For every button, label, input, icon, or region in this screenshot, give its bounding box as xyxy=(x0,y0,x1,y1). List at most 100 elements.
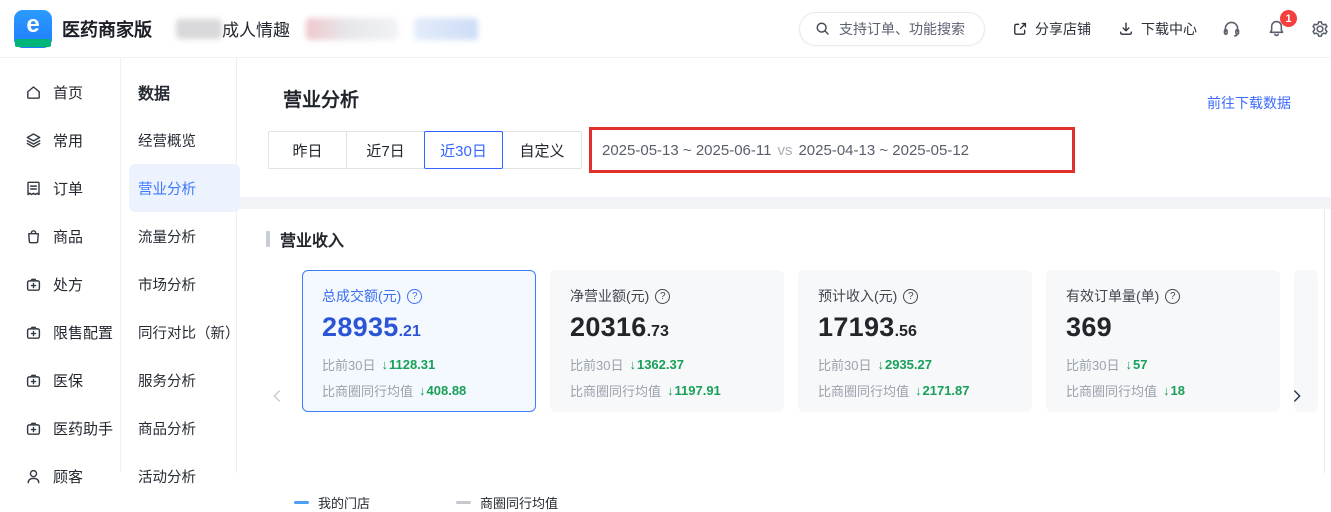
submenu-item-market-analysis[interactable]: 市场分析 xyxy=(129,260,240,308)
metric-value-int: 20316 xyxy=(570,312,647,343)
tab-last-30-days[interactable]: 近30日 xyxy=(425,132,503,168)
settings-gear-button[interactable] xyxy=(1309,18,1331,40)
metric-value-int: 369 xyxy=(1066,312,1112,343)
sidebar: 首页 常用 订单 xyxy=(0,58,237,473)
help-icon[interactable]: ? xyxy=(1165,289,1180,304)
panel-divider xyxy=(238,197,1331,209)
date-range-current: 2025-05-13 ~ 2025-06-11 xyxy=(602,142,771,159)
chart-legend: 我的门店 商圈同行均值 xyxy=(294,493,558,512)
search-icon xyxy=(814,20,831,37)
sidebar-item-medical-insurance[interactable]: 医保 xyxy=(0,356,120,404)
sidebar-item-orders[interactable]: 订单 xyxy=(0,164,120,212)
support-headset-button[interactable] xyxy=(1221,18,1242,39)
medical-kit-icon xyxy=(24,419,43,438)
sidebar-item-pharmacy-assistant[interactable]: 医药助手 xyxy=(0,404,120,452)
tab-yesterday[interactable]: 昨日 xyxy=(269,132,347,168)
scroll-right-button[interactable] xyxy=(1288,387,1306,405)
help-icon[interactable]: ? xyxy=(903,289,918,304)
submenu-item-activity-analysis[interactable]: 活动分析 xyxy=(129,452,240,500)
compare-peer-value: 18 xyxy=(1171,383,1185,398)
help-icon[interactable]: ? xyxy=(407,289,422,304)
metric-card-title: 总成交额(元) ? xyxy=(322,286,516,306)
metric-card-title: 预计收入(元) ? xyxy=(818,286,1012,306)
compare-peer-label: 比商圈同行均值 xyxy=(1066,381,1157,400)
redacted-badge-2 xyxy=(414,18,478,40)
section-header: 营业收入 xyxy=(266,227,344,251)
legend-item-my-store[interactable]: 我的门店 xyxy=(294,493,370,512)
help-icon[interactable]: ? xyxy=(655,289,670,304)
primary-nav: 首页 常用 订单 xyxy=(0,58,120,473)
date-range-tabs: 昨日 近7日 近30日 自定义 xyxy=(268,131,582,169)
page-header-panel: 营业分析 前往下载数据 昨日 近7日 近30日 自定义 xyxy=(238,58,1331,197)
page-title: 营业分析 xyxy=(283,85,359,112)
legend-item-peer-average[interactable]: 商圈同行均值 xyxy=(456,493,558,512)
share-icon xyxy=(1011,20,1029,38)
tab-custom[interactable]: 自定义 xyxy=(503,132,581,168)
search-placeholder: 支持订单、功能搜索 xyxy=(839,19,965,39)
go-to-download-data-link[interactable]: 前往下载数据 xyxy=(1207,93,1291,113)
metric-title-text: 有效订单量(单) xyxy=(1066,286,1159,306)
submenu-item-business-overview[interactable]: 经营概览 xyxy=(129,116,240,164)
sidebar-item-frequent[interactable]: 常用 xyxy=(0,116,120,164)
compare-prev-value: 1362.37 xyxy=(637,357,684,372)
sidebar-item-customers[interactable]: 顾客 xyxy=(0,452,120,500)
share-store-button[interactable]: 分享店铺 xyxy=(1011,19,1091,39)
down-arrow-icon: ↓ xyxy=(629,357,636,372)
sidebar-item-label: 医保 xyxy=(53,370,83,391)
down-arrow-icon: ↓ xyxy=(915,383,922,398)
metric-card-valid-orders[interactable]: 有效订单量(单) ? 369 比前30日 ↓ 57 比商圈同行均值 ↓ 18 xyxy=(1046,270,1280,412)
global-search-input[interactable]: 支持订单、功能搜索 xyxy=(799,12,985,46)
metric-value-int: 28935 xyxy=(322,312,399,343)
metric-card-net-revenue[interactable]: 净营业额(元) ? 20316.73 比前30日 ↓ 1362.37 比商圈同行… xyxy=(550,270,784,412)
redacted-store-prefix xyxy=(176,19,222,39)
down-arrow-icon: ↓ xyxy=(1125,357,1132,372)
sidebar-item-sale-limit-config[interactable]: 限售配置 xyxy=(0,308,120,356)
date-range-display[interactable]: 2025-05-13 ~ 2025-06-11vs2025-04-13 ~ 20… xyxy=(602,142,969,159)
down-arrow-icon: ↓ xyxy=(419,383,426,398)
notifications-bell-button[interactable]: 1 xyxy=(1266,18,1287,39)
app-title: 医药商家版 xyxy=(62,16,152,42)
sidebar-item-label: 首页 xyxy=(53,82,83,103)
down-arrow-icon: ↓ xyxy=(381,357,388,372)
metric-value: 17193.56 xyxy=(818,312,1012,343)
medical-kit-icon xyxy=(24,323,43,342)
metric-card-total-gmv[interactable]: 总成交额(元) ? 28935.21 比前30日 ↓ 1128.31 比商圈同行… xyxy=(302,270,536,412)
section-marker xyxy=(266,231,270,247)
tab-last-7-days[interactable]: 近7日 xyxy=(347,132,425,168)
metric-card-title: 净营业额(元) ? xyxy=(570,286,764,306)
compare-peer-row: 比商圈同行均值 ↓ 408.88 xyxy=(322,381,516,400)
compare-peer-row: 比商圈同行均值 ↓ 18 xyxy=(1066,381,1260,400)
compare-prev-row: 比前30日 ↓ 2935.27 xyxy=(818,355,1012,374)
submenu-item-service-analysis[interactable]: 服务分析 xyxy=(129,356,240,404)
sidebar-item-home[interactable]: 首页 xyxy=(0,68,120,116)
download-center-label: 下载中心 xyxy=(1141,19,1197,39)
person-icon xyxy=(24,467,43,486)
submenu-item-peer-comparison[interactable]: 同行对比（新） xyxy=(129,308,240,356)
metric-value: 20316.73 xyxy=(570,312,764,343)
scrollbar-track xyxy=(1324,209,1325,473)
compare-prev-value: 2935.27 xyxy=(885,357,932,372)
down-arrow-icon: ↓ xyxy=(1163,383,1170,398)
sidebar-item-label: 订单 xyxy=(53,178,83,199)
submenu-item-product-analysis[interactable]: 商品分析 xyxy=(129,404,240,452)
sidebar-item-prescription[interactable]: 处方 xyxy=(0,260,120,308)
down-arrow-icon: ↓ xyxy=(877,357,884,372)
data-submenu: 数据 经营概览 营业分析 流量分析 市场分析 同行对比（新） 服务分析 商品分析… xyxy=(120,58,245,473)
compare-peer-value: 2171.87 xyxy=(923,383,970,398)
revenue-panel: 营业收入 总成交额(元) ? 28935.21 比前30日 ↓ 1128 xyxy=(238,209,1331,473)
submenu-item-traffic-analysis[interactable]: 流量分析 xyxy=(129,212,240,260)
submenu-section-title: 数据 xyxy=(129,68,240,116)
app-logo: e xyxy=(14,10,52,48)
scroll-left-button[interactable] xyxy=(268,387,286,405)
submenu-item-business-analysis[interactable]: 营业分析 xyxy=(129,164,240,212)
down-arrow-icon: ↓ xyxy=(667,383,674,398)
compare-peer-row: 比商圈同行均值 ↓ 1197.91 xyxy=(570,381,764,400)
sidebar-item-products[interactable]: 商品 xyxy=(0,212,120,260)
metric-value: 369 xyxy=(1066,312,1260,343)
download-center-button[interactable]: 下载中心 xyxy=(1117,19,1197,39)
logo-ribbon xyxy=(15,39,51,47)
metric-card-estimated-income[interactable]: 预计收入(元) ? 17193.56 比前30日 ↓ 2935.27 比商圈同行… xyxy=(798,270,1032,412)
main-content: 营业分析 前往下载数据 昨日 近7日 近30日 自定义 2025-05-13 ~… xyxy=(238,58,1331,473)
notification-badge: 1 xyxy=(1280,10,1297,27)
sidebar-item-label: 处方 xyxy=(53,274,83,295)
